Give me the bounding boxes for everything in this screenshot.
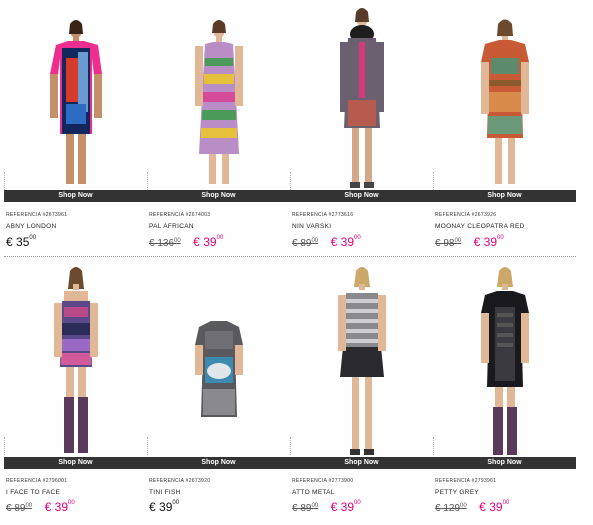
product-grid: Shop Now REFERENCIA #2673961 ABNY LONDON… bbox=[4, 0, 576, 514]
product-reference: REFERENCIA #2793961 bbox=[435, 478, 497, 484]
sale-price: € 3900 bbox=[44, 500, 75, 514]
original-price: € 8900 bbox=[6, 503, 33, 514]
product-card: Shop Now REFERENCIA #2793961 PETTY GREY … bbox=[433, 0, 576, 514]
product-image-petty-grey[interactable] bbox=[433, 4, 576, 457]
product-name-link[interactable]: PETTY GREY bbox=[435, 489, 479, 496]
sale-price: € 3900 bbox=[479, 500, 510, 514]
product-reference: REFERENCIA #2796001 bbox=[6, 478, 68, 484]
product-card: Shop Now REFERENCIA #2773900 ATTO METAL … bbox=[290, 0, 433, 514]
product-image-i-face-to-face[interactable] bbox=[4, 4, 147, 457]
price-line: € 8900 € 3900 bbox=[292, 499, 361, 515]
divider bbox=[4, 437, 5, 455]
product-reference: REFERENCIA #2673920 bbox=[149, 478, 211, 484]
divider bbox=[433, 437, 434, 455]
shop-now-button[interactable]: Shop Now bbox=[290, 457, 433, 469]
original-price: € 8900 bbox=[292, 503, 319, 514]
product-name-link[interactable]: I FACE TO FACE bbox=[6, 489, 60, 496]
sale-price: € 3900 bbox=[330, 500, 361, 514]
product-reference: REFERENCIA #2773900 bbox=[292, 478, 354, 484]
product-row: Shop Now REFERENCIA #2796001 I FACE TO F… bbox=[4, 0, 576, 514]
original-price: € 12900 bbox=[435, 503, 467, 514]
product-image-tini-fish[interactable] bbox=[147, 4, 290, 457]
product-card: Shop Now REFERENCIA #2796001 I FACE TO F… bbox=[4, 0, 147, 514]
price-line: € 3900 bbox=[149, 499, 179, 515]
divider bbox=[147, 437, 148, 455]
price-line: € 8900 € 3900 bbox=[6, 499, 75, 515]
price-line: € 12900 € 3900 bbox=[435, 499, 509, 515]
shop-now-button[interactable]: Shop Now bbox=[147, 457, 290, 469]
shop-now-button[interactable]: Shop Now bbox=[4, 457, 147, 469]
product-card: Shop Now REFERENCIA #2673920 TINI FISH €… bbox=[147, 0, 290, 514]
shop-now-button[interactable]: Shop Now bbox=[433, 457, 576, 469]
current-price: € 3900 bbox=[149, 500, 180, 514]
product-name-link[interactable]: ATTO METAL bbox=[292, 489, 335, 496]
product-image-atto-metal[interactable] bbox=[290, 4, 433, 457]
divider bbox=[290, 437, 291, 455]
product-name-link[interactable]: TINI FISH bbox=[149, 489, 181, 496]
